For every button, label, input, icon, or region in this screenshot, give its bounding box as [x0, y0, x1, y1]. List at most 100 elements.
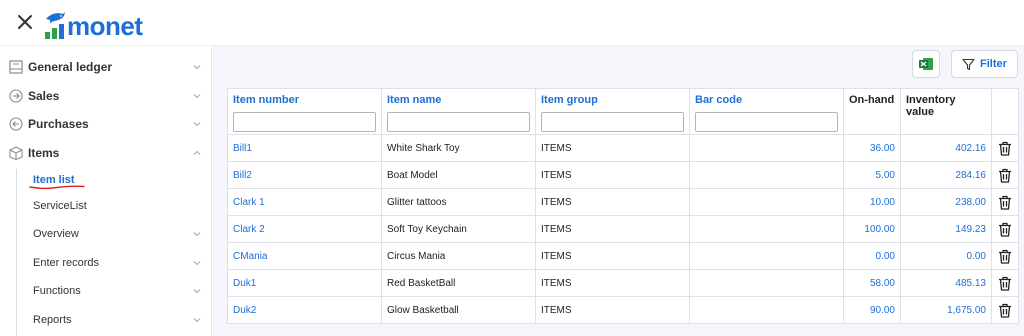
ledger-icon: [9, 59, 23, 74]
on-hand-cell: 0.00: [843, 242, 901, 270]
trash-icon[interactable]: [998, 249, 1012, 264]
column-header-item-group[interactable]: Item group: [535, 88, 690, 135]
item-group-cell: ITEMS: [535, 215, 690, 243]
item-name-cell: Circus Mania: [381, 242, 536, 270]
sidebar-item-label: Items: [28, 145, 60, 160]
delete-row-button[interactable]: [991, 269, 1019, 297]
bar-code-cell: [689, 161, 844, 189]
active-underline: [29, 185, 85, 190]
inventory-value-cell: 238.00: [900, 188, 992, 216]
item-number-filter-input[interactable]: [233, 112, 376, 132]
column-header-item-number[interactable]: Item number: [227, 88, 382, 135]
bar-code-filter-input[interactable]: [695, 112, 838, 132]
arrow-left-circle-icon: [9, 116, 23, 131]
trash-icon[interactable]: [998, 303, 1012, 318]
item-number-cell[interactable]: CMania: [227, 242, 382, 270]
sidebar-subitem-label: Reports: [33, 314, 72, 326]
item-number-cell[interactable]: Bill1: [227, 134, 382, 162]
sidebar-subitem-label: ServiceList: [33, 200, 87, 212]
on-hand-cell: 10.00: [843, 188, 901, 216]
trash-icon[interactable]: [998, 276, 1012, 291]
column-header-inventory-value[interactable]: Inventory value: [900, 88, 992, 135]
item-number-cell[interactable]: Clark 1: [227, 188, 382, 216]
sidebar-subitem-label: Enter records: [33, 257, 100, 269]
item-number-cell[interactable]: Clark 2: [227, 215, 382, 243]
delete-row-button[interactable]: [991, 296, 1019, 324]
item-name-cell: Glow Basketball: [381, 296, 536, 324]
top-bar: monet: [0, 0, 1024, 46]
sidebar-item-general-ledger[interactable]: General ledger: [0, 52, 212, 81]
column-header-actions: [991, 88, 1019, 135]
delete-row-button[interactable]: [991, 215, 1019, 243]
trash-icon[interactable]: [998, 168, 1012, 183]
item-group-cell: ITEMS: [535, 269, 690, 297]
sidebar-item-items[interactable]: Items: [0, 138, 212, 167]
main-content: Filter Item number Item name Item group: [213, 46, 1024, 336]
delete-row-button[interactable]: [991, 161, 1019, 189]
bar-code-cell: [689, 134, 844, 162]
sidebar-item-purchases[interactable]: Purchases: [0, 109, 212, 138]
item-group-cell: ITEMS: [535, 242, 690, 270]
trash-icon[interactable]: [998, 222, 1012, 237]
chevron-down-icon: [193, 289, 201, 294]
sidebar-subitem-servicelist[interactable]: ServiceList: [16, 192, 212, 220]
sidebar-item-label: Purchases: [28, 116, 89, 131]
on-hand-cell: 58.00: [843, 269, 901, 297]
item-name-filter-input[interactable]: [387, 112, 530, 132]
bar-code-cell: [689, 215, 844, 243]
sidebar-subitem-label: Functions: [33, 285, 81, 297]
item-name-cell: White Shark Toy: [381, 134, 536, 162]
sidebar-subitem-reports[interactable]: Reports: [16, 306, 212, 334]
table-row[interactable]: Bill2 Boat Model ITEMS 5.00 284.16: [227, 161, 1019, 189]
bar-code-cell: [689, 242, 844, 270]
chevron-down-icon: [193, 232, 201, 237]
chevron-down-icon: [193, 121, 201, 126]
sidebar-subitem-item-list[interactable]: Item list: [16, 166, 212, 194]
item-group-cell: ITEMS: [535, 188, 690, 216]
sidebar-item-label: Sales: [28, 88, 60, 103]
monet-logo[interactable]: monet: [44, 8, 143, 40]
sidebar-item-sales[interactable]: Sales: [0, 81, 212, 110]
logo-text: monet: [67, 11, 143, 41]
close-icon[interactable]: [16, 13, 34, 31]
sidebar-subitem-overview[interactable]: Overview: [16, 220, 212, 248]
delete-row-button[interactable]: [991, 134, 1019, 162]
item-group-cell: ITEMS: [535, 296, 690, 324]
inventory-value-cell: 0.00: [900, 242, 992, 270]
table-row[interactable]: Clark 2 Soft Toy Keychain ITEMS 100.00 149.2…: [227, 215, 1019, 243]
table-row[interactable]: Bill1 White Shark Toy ITEMS 36.00 402.16: [227, 134, 1019, 162]
bar-code-cell: [689, 296, 844, 324]
item-group-filter-input[interactable]: [541, 112, 684, 132]
trash-icon[interactable]: [998, 195, 1012, 210]
on-hand-cell: 5.00: [843, 161, 901, 189]
export-excel-button[interactable]: [912, 50, 940, 78]
table-header-row: Item number Item name Item group Bar cod…: [227, 88, 1019, 135]
column-header-item-name[interactable]: Item name: [381, 88, 536, 135]
table-row[interactable]: Duk1 Red BasketBall ITEMS 58.00 485.13: [227, 269, 1019, 297]
sidebar-subitem-functions[interactable]: Functions: [16, 277, 212, 305]
on-hand-cell: 36.00: [843, 134, 901, 162]
delete-row-button[interactable]: [991, 188, 1019, 216]
bar-code-cell: [689, 269, 844, 297]
item-name-cell: Glitter tattoos: [381, 188, 536, 216]
box-icon: [9, 145, 23, 160]
delete-row-button[interactable]: [991, 242, 1019, 270]
inventory-value-cell: 485.13: [900, 269, 992, 297]
column-header-on-hand[interactable]: On-hand: [843, 88, 901, 135]
table-row[interactable]: CMania Circus Mania ITEMS 0.00 0.00: [227, 242, 1019, 270]
trash-icon[interactable]: [998, 141, 1012, 156]
filter-label: Filter: [980, 58, 1007, 70]
filter-button[interactable]: Filter: [951, 50, 1018, 78]
on-hand-cell: 90.00: [843, 296, 901, 324]
table-row[interactable]: Duk2 Glow Basketball ITEMS 90.00 1,675.00: [227, 296, 1019, 324]
column-header-bar-code[interactable]: Bar code: [689, 88, 844, 135]
table-row[interactable]: Clark 1 Glitter tattoos ITEMS 10.00 238.00: [227, 188, 1019, 216]
sidebar-item-label: General ledger: [28, 59, 113, 74]
chevron-down-icon: [193, 93, 201, 98]
sidebar-subitem-label: Overview: [33, 228, 79, 240]
item-number-cell[interactable]: Duk1: [227, 269, 382, 297]
on-hand-cell: 100.00: [843, 215, 901, 243]
sidebar-subitem-enter-records[interactable]: Enter records: [16, 249, 212, 277]
item-number-cell[interactable]: Bill2: [227, 161, 382, 189]
item-number-cell[interactable]: Duk2: [227, 296, 382, 324]
